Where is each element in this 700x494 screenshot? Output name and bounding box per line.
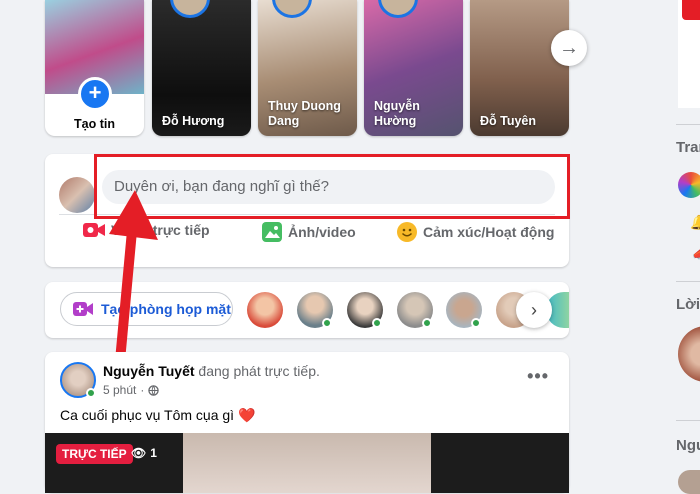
sidebar-avatar[interactable]: [678, 326, 700, 382]
bell-icon[interactable]: 🔔: [690, 214, 700, 231]
video-frame: [183, 433, 431, 493]
story-create[interactable]: + Tạo tin: [45, 0, 144, 136]
story-name: Đỗ Tuyên: [480, 114, 537, 128]
rooms-next-button[interactable]: ›: [516, 292, 552, 328]
sidebar-divider: [676, 124, 700, 125]
add-story-button[interactable]: +: [78, 77, 112, 111]
sidebar-divider: [676, 420, 700, 421]
online-indicator: [471, 318, 481, 328]
post-video[interactable]: TRỰC TIẾP 👁 1: [45, 433, 569, 493]
megaphone-icon[interactable]: 📣: [692, 246, 700, 262]
story-name: Nguyễn Hường: [374, 99, 420, 128]
chevron-right-icon: ›: [531, 300, 537, 320]
live-badge: TRỰC TIẾP: [56, 444, 133, 464]
story-item[interactable]: Nguyễn Hường: [364, 0, 463, 136]
story-name: Thuy Duong Dang: [268, 99, 341, 128]
arrow-right-icon: →: [559, 37, 579, 59]
post-card: Nguyễn Tuyết đang phát trực tiếp. 5 phút…: [45, 352, 569, 493]
viewer-count: 👁 1: [131, 446, 157, 460]
sidebar-contact-avatar[interactable]: [678, 470, 700, 494]
post-author-name[interactable]: Nguyễn Tuyết: [103, 363, 195, 379]
feeling-activity-button[interactable]: Cảm xúc/Hoạt động: [397, 222, 554, 242]
friend-avatar[interactable]: [247, 292, 283, 328]
post-action: đang phát trực tiếp.: [198, 363, 320, 379]
post-header: Nguyễn Tuyết đang phát trực tiếp.: [103, 363, 320, 379]
story-ring: [378, 0, 418, 18]
post-more-button[interactable]: •••: [527, 366, 549, 387]
highlight-box: [94, 154, 570, 219]
emoji-icon: [397, 222, 417, 242]
online-indicator: [372, 318, 382, 328]
stories-next-button[interactable]: →: [551, 30, 587, 66]
story-item[interactable]: Thuy Duong Dang: [258, 0, 357, 136]
more-dots-icon: •••: [527, 366, 549, 386]
feeling-activity-label: Cảm xúc/Hoạt động: [423, 224, 555, 240]
story-ring: [272, 0, 312, 18]
sidebar-heading-3: Ngu: [676, 437, 700, 454]
story-item[interactable]: Đỗ Hương: [152, 0, 251, 136]
post-time[interactable]: 5 phút: [103, 383, 136, 397]
right-sidebar: Tran 🔔 📣 Lời Ngu: [676, 0, 700, 494]
page-icon[interactable]: [678, 172, 700, 198]
story-create-label: Tạo tin: [74, 117, 115, 131]
photo-icon: [262, 222, 282, 242]
story-name: Đỗ Hương: [162, 114, 225, 128]
online-indicator: [422, 318, 432, 328]
sidebar-heading-1: Tran: [676, 139, 700, 156]
story-ring: [170, 0, 210, 18]
post-text: Ca cuối phục vụ Tôm cụa gì ❤️: [60, 407, 256, 423]
globe-icon: [148, 384, 160, 396]
post-meta: 5 phút ·: [103, 383, 160, 397]
video-plus-icon: [73, 302, 93, 316]
plus-icon: +: [88, 80, 102, 105]
user-avatar[interactable]: [59, 177, 95, 213]
sidebar-divider: [676, 281, 700, 282]
sidebar-ad-thumbnail[interactable]: [678, 0, 700, 108]
viewer-count-value: 1: [150, 446, 157, 460]
dot-separator: ·: [140, 383, 145, 397]
story-item[interactable]: Đỗ Tuyên: [470, 0, 569, 136]
ad-badge: [682, 0, 700, 20]
sidebar-heading-2: Lời: [676, 296, 700, 313]
online-indicator: [322, 318, 332, 328]
eye-icon: 👁: [131, 446, 147, 460]
online-indicator: [86, 388, 96, 398]
photo-video-label: Ảnh/video: [288, 224, 356, 240]
photo-video-button[interactable]: Ảnh/video: [262, 222, 356, 242]
